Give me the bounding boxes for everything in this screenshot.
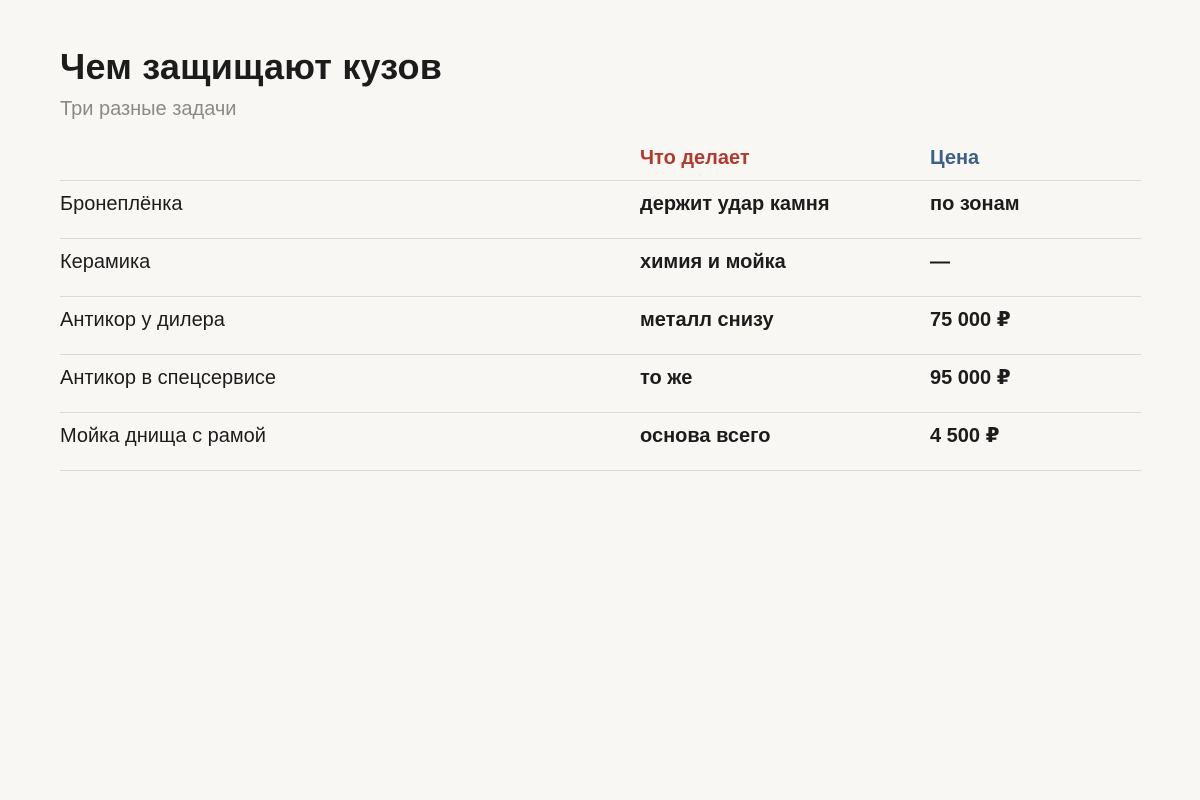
row-name: Мойка днища с рамой	[60, 425, 266, 447]
row-what: металл снизу	[640, 309, 774, 331]
table-row: Керамика химия и мойка —	[60, 239, 1141, 297]
row-name: Антикор у дилера	[60, 309, 225, 331]
row-price: 4 500 ₽	[930, 425, 1000, 447]
table-row: Мойка днища с рамой основа всего 4 500 ₽	[60, 413, 1141, 471]
row-price: 75 000 ₽	[930, 309, 1011, 331]
comparison-table: Что делает Цена Бронеплёнка держит удар …	[60, 140, 1141, 471]
page: Чем защищают кузов Три разные задачи Что…	[0, 0, 1200, 800]
row-name: Антикор в спецсервисе	[60, 367, 277, 389]
row-what: химия и мойка	[640, 251, 786, 273]
row-price: 95 000 ₽	[930, 367, 1011, 389]
table-header: Что делает Цена	[60, 140, 1141, 181]
page-title: Чем защищают кузов	[60, 46, 443, 87]
row-name: Керамика	[60, 251, 151, 273]
row-what: основа всего	[640, 425, 771, 447]
table-row: Антикор у дилера металл снизу 75 000 ₽	[60, 297, 1141, 355]
row-what: то же	[640, 367, 693, 389]
column-header-price: Цена	[930, 147, 980, 169]
column-header-what: Что делает	[640, 147, 750, 169]
table-row: Антикор в спецсервисе то же 95 000 ₽	[60, 355, 1141, 413]
row-price: по зонам	[930, 193, 1020, 215]
row-what: держит удар камня	[640, 193, 830, 215]
row-name: Бронеплёнка	[60, 193, 183, 215]
row-price: —	[930, 251, 950, 273]
page-subtitle: Три разные задачи	[60, 98, 237, 120]
table-row: Бронеплёнка держит удар камня по зонам	[60, 181, 1141, 239]
